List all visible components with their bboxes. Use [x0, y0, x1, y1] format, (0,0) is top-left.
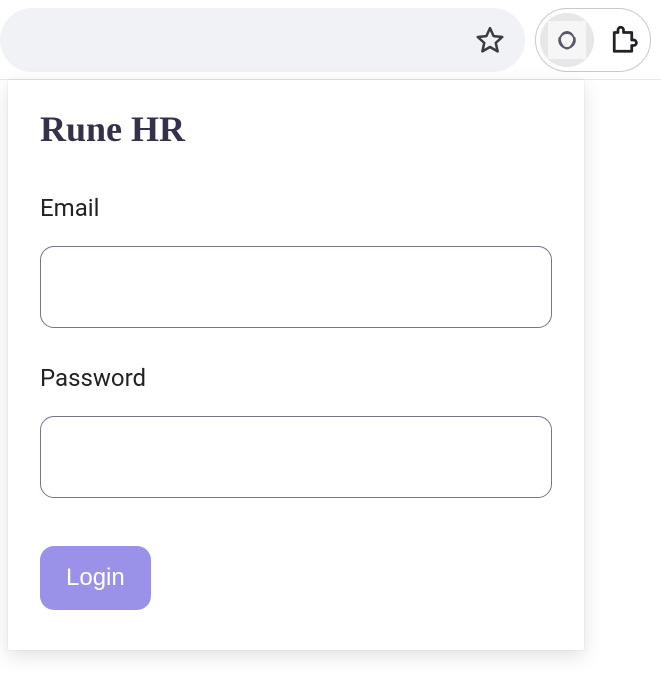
- browser-toolbar: [0, 0, 661, 80]
- redux-devtools-button[interactable]: [540, 13, 594, 67]
- extensions-group: [535, 8, 651, 72]
- login-card: Rune HR Email Password Login: [8, 80, 584, 650]
- extensions-menu-button[interactable]: [600, 13, 646, 67]
- password-field[interactable]: [40, 416, 552, 498]
- email-label: Email: [40, 194, 552, 222]
- address-bar[interactable]: [0, 8, 525, 72]
- password-label: Password: [40, 364, 552, 392]
- star-icon[interactable]: [475, 25, 505, 55]
- email-field[interactable]: [40, 246, 552, 328]
- password-field-group: Password: [40, 364, 552, 498]
- redux-devtools-icon: [548, 21, 586, 59]
- extensions-puzzle-icon: [608, 25, 638, 55]
- email-field-group: Email: [40, 194, 552, 328]
- login-button[interactable]: Login: [40, 546, 151, 610]
- app-title: Rune HR: [40, 108, 552, 150]
